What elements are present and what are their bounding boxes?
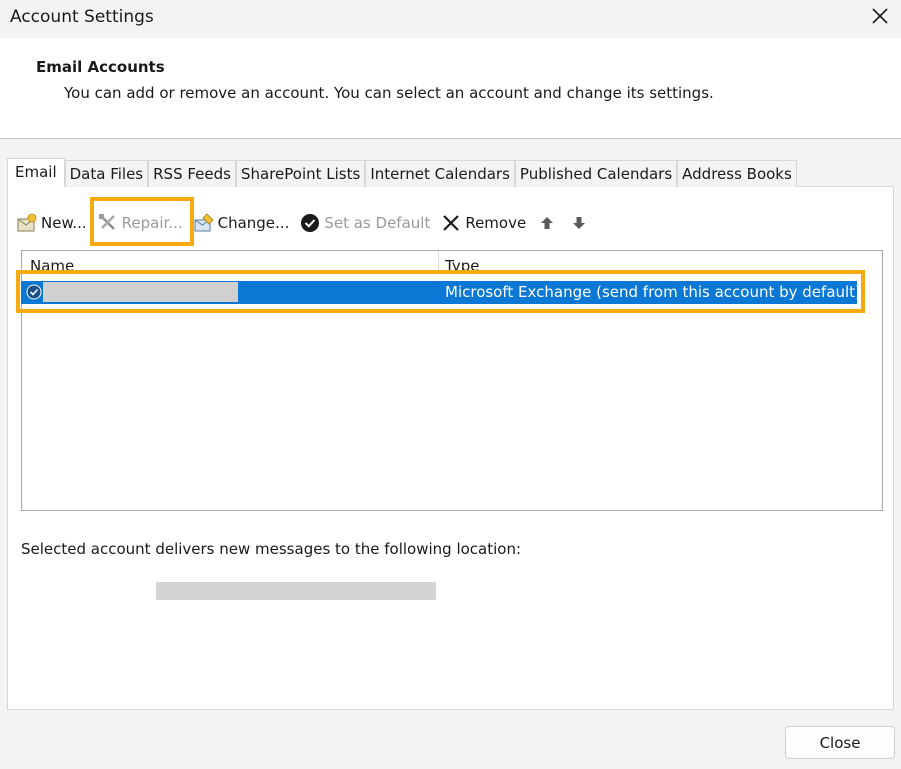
section-description: You can add or remove an account. You ca… xyxy=(64,84,714,102)
column-divider[interactable] xyxy=(438,251,439,273)
set-as-default-label: Set as Default xyxy=(324,214,431,232)
repair-tools-icon xyxy=(98,214,115,230)
account-toolbar: New... Repair... Change... Set as Defaul… xyxy=(16,208,600,238)
header-panel: Email Accounts You can add or remove an … xyxy=(0,38,901,139)
move-down-button[interactable] xyxy=(568,212,590,234)
tab-published-calendars[interactable]: Published Calendars xyxy=(514,160,678,187)
window-title: Account Settings xyxy=(10,7,154,27)
change-account-button[interactable]: Change... xyxy=(193,209,290,237)
column-header-name[interactable]: Name xyxy=(30,257,74,275)
repair-label: Repair... xyxy=(121,214,183,232)
title-bar: Account Settings xyxy=(0,0,901,38)
close-button[interactable]: Close xyxy=(785,726,895,759)
section-title: Email Accounts xyxy=(36,58,165,76)
remove-x-icon xyxy=(443,215,460,231)
repair-account-button[interactable]: Repair... xyxy=(97,209,183,237)
delivery-location-redacted xyxy=(156,582,436,600)
tab-internet-calendars[interactable]: Internet Calendars xyxy=(365,160,515,187)
column-header-type[interactable]: Type xyxy=(445,257,479,275)
account-row[interactable]: Microsoft Exchange (send from this accou… xyxy=(21,281,861,304)
new-label: New... xyxy=(41,214,87,232)
change-settings-icon xyxy=(194,213,214,232)
arrow-down-icon xyxy=(573,217,586,229)
set-as-default-button[interactable]: Set as Default xyxy=(299,209,430,237)
remove-label: Remove xyxy=(465,214,527,232)
account-type: Microsoft Exchange (send from this accou… xyxy=(445,283,861,301)
arrow-up-icon xyxy=(541,217,554,229)
tab-email[interactable]: Email xyxy=(7,158,65,187)
tab-data-files[interactable]: Data Files xyxy=(64,160,149,187)
new-account-button[interactable]: New... xyxy=(16,209,87,237)
account-name-redacted xyxy=(43,282,238,302)
change-label: Change... xyxy=(217,214,290,232)
remove-account-button[interactable]: Remove xyxy=(440,209,526,237)
default-account-check-icon xyxy=(26,284,42,300)
new-mail-icon xyxy=(17,213,37,232)
close-icon xyxy=(872,8,888,24)
tab-strip: Email Data Files RSS Feeds SharePoint Li… xyxy=(7,158,797,187)
list-header: Name Type xyxy=(22,251,882,275)
tab-address-books[interactable]: Address Books xyxy=(677,160,797,187)
move-up-button[interactable] xyxy=(536,212,558,234)
close-window-button[interactable] xyxy=(869,5,891,27)
delivery-location-label: Selected account delivers new messages t… xyxy=(21,540,522,558)
tab-rss-feeds[interactable]: RSS Feeds xyxy=(148,160,236,187)
default-check-icon xyxy=(301,214,320,232)
tab-sharepoint-lists[interactable]: SharePoint Lists xyxy=(235,160,366,187)
